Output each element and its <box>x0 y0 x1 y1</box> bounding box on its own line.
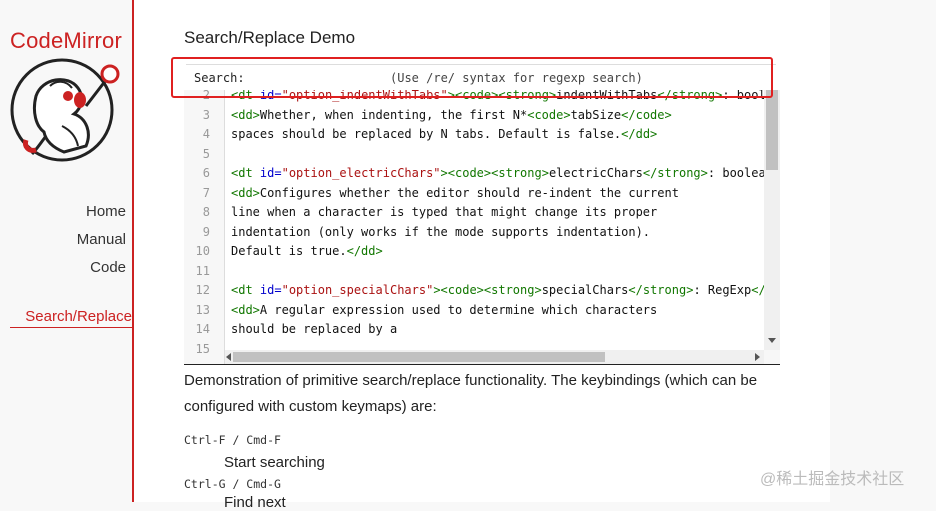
description-text: Demonstration of primitive search/replac… <box>184 372 758 415</box>
code-token: tabSize <box>570 107 622 122</box>
scroll-down-arrow-icon[interactable] <box>768 338 776 343</box>
line-number: 10 <box>195 244 210 258</box>
vertical-scroll-thumb[interactable] <box>766 90 778 170</box>
code-line[interactable]: <dd>Configures whether the editor should… <box>231 184 679 204</box>
code-token: id= <box>259 166 282 180</box>
code-token: id= <box>259 283 282 297</box>
scrollbar-corner <box>764 350 780 364</box>
code-token: <dd> <box>231 107 260 122</box>
code-token: : RegExp <box>693 283 752 297</box>
line-number: 11 <box>195 263 210 278</box>
code-token: <code> <box>447 166 492 180</box>
keybinding-keys: Ctrl-G / Cmd-G <box>184 477 281 491</box>
code-line[interactable]: <dd>A regular expression used to determi… <box>231 301 657 321</box>
right-margin <box>830 0 936 502</box>
line-number: 14 <box>195 322 210 336</box>
code-line[interactable]: indentation (only works if the mode supp… <box>231 223 650 243</box>
line-number: 3 <box>202 107 210 122</box>
code-token: should be replaced by a <box>231 322 398 336</box>
code-token: <dd> <box>231 302 260 317</box>
code-token: <code> <box>527 107 571 122</box>
scroll-right-arrow-icon[interactable] <box>755 353 760 361</box>
page-title: Search/Replace Demo <box>184 28 356 47</box>
vertical-scrollbar[interactable] <box>764 90 780 350</box>
code-token: "option_specialChars" <box>281 283 434 297</box>
code-token: > <box>440 166 448 180</box>
keybinding-desc: Find next <box>224 494 286 511</box>
code-line[interactable]: <dt id="option_specialChars"><code><stro… <box>231 281 765 301</box>
code-line[interactable]: Default is true.</dd> <box>231 242 383 262</box>
nav-home-link[interactable]: Home <box>77 198 126 226</box>
code-token: <dd> <box>231 185 260 200</box>
code-token: Configures whether the editor should re-… <box>259 185 679 200</box>
code-token: </code> <box>621 107 672 122</box>
line-number: 9 <box>202 224 210 239</box>
code-line[interactable]: <dt id="option_electricChars"><code><str… <box>231 164 765 184</box>
nav-code-link[interactable]: Code <box>77 254 126 282</box>
code-line[interactable]: <dd>Whether, when indenting, the first N… <box>231 106 672 126</box>
code-token: </strong> <box>642 166 708 180</box>
code-token: line when a character is typed that migh… <box>231 205 658 219</box>
code-line[interactable]: line when a character is typed that migh… <box>231 203 657 223</box>
code-token: > <box>433 283 441 297</box>
code-token: spaces should be replaced by N tabs. Def… <box>231 127 622 141</box>
line-number: 12 <box>195 283 210 297</box>
line-number: 8 <box>202 205 210 219</box>
code-token: "option_electricChars" <box>281 166 441 180</box>
logo-text: CodeMirror <box>10 28 123 53</box>
keybinding-desc: Start searching <box>224 454 325 471</box>
keybinding-keys: Ctrl-F / Cmd-F <box>184 433 281 447</box>
code-token: indentation (only works if the mode supp… <box>231 224 651 239</box>
code-token: </co <box>751 283 765 297</box>
line-number: 13 <box>195 302 210 317</box>
horizontal-scroll-thumb[interactable] <box>233 352 605 362</box>
code-token: A regular expression used to determine w… <box>259 302 658 317</box>
sidebar: CodeMirror Home Manual Code Search/Repla… <box>0 0 134 502</box>
code-token: specialChars <box>541 283 629 297</box>
code-editor[interactable]: 2 3 4 5 6 7 8 9 10 11 12 13 14 15 <dt id="option_inde… <box>184 90 780 365</box>
code-token: Whether, when indenting, the first N* <box>259 107 528 122</box>
code-token: <strong> <box>491 166 549 180</box>
line-number: 6 <box>202 166 210 180</box>
code-token: <strong> <box>483 283 542 297</box>
code-area[interactable]: <dt id="option_indentWithTabs"><code><st… <box>225 90 765 350</box>
line-number-gutter: 2 3 4 5 6 7 8 9 10 11 12 13 14 15 <box>184 90 225 364</box>
code-line[interactable]: should be replaced by a <box>231 320 397 340</box>
scroll-left-arrow-icon[interactable] <box>226 353 231 361</box>
code-token: <code> <box>440 283 484 297</box>
code-token: </strong> <box>628 283 694 297</box>
horizontal-scrollbar[interactable] <box>225 350 764 364</box>
sidebar-nav: Home Manual Code <box>77 198 126 282</box>
code-token: <dt <box>231 283 260 297</box>
watermark-text: @稀土掘金技术社区 <box>760 471 905 488</box>
code-token: </dd> <box>346 244 383 258</box>
code-line[interactable]: spaces should be replaced by N tabs. Def… <box>231 125 657 145</box>
nav-search-replace-active[interactable]: Search/Replace <box>10 308 132 328</box>
codemirror-logo-icon <box>10 58 120 162</box>
code-token: </dd> <box>621 127 658 141</box>
line-number: 15 <box>195 341 210 356</box>
line-number: 4 <box>202 127 210 141</box>
code-token: : boolean <box>707 166 765 180</box>
annotation-highlight-box <box>171 57 773 98</box>
line-number: 7 <box>202 185 210 200</box>
code-token: <dt <box>231 166 260 180</box>
nav-manual-link[interactable]: Manual <box>77 226 126 254</box>
code-token: electricChars <box>548 166 643 180</box>
code-token: Default is true. <box>231 244 347 258</box>
line-number: 5 <box>202 146 210 161</box>
